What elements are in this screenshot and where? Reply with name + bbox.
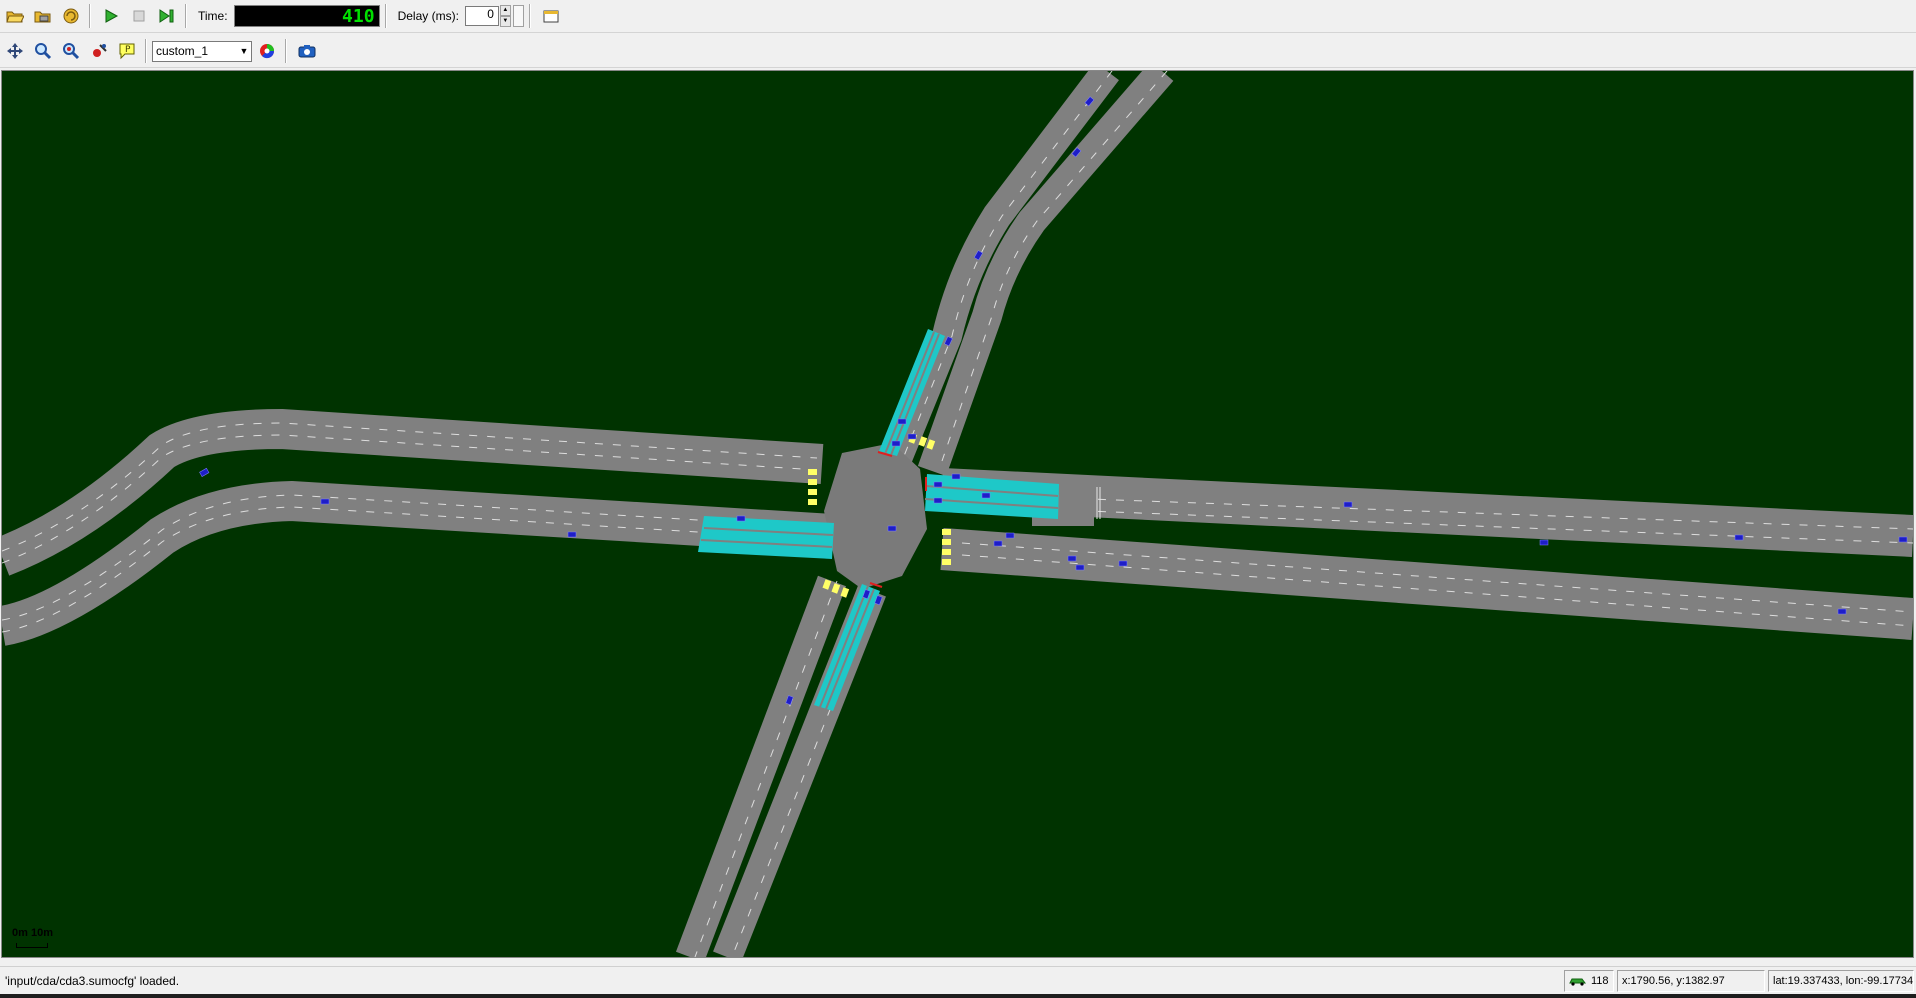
toolbar-separator [185,4,187,28]
color-scheme-select[interactable]: custom_1 ▼ [152,40,252,62]
road-east-south [940,528,1913,640]
time-display: 410 [233,5,380,27]
spin-down-icon[interactable]: ▼ [499,16,511,27]
main-toolbar: Time: 410 Delay (ms): 0 ▲ ▼ [0,0,1916,33]
delay-label: Delay (ms): [397,9,459,23]
car-icon [1569,978,1586,986]
spin-up-icon[interactable]: ▲ [499,5,511,16]
vehicle-count-field: 118 [1564,970,1614,992]
open-network-icon[interactable] [30,3,56,29]
zoom-icon[interactable] [30,38,56,64]
toolbar-separator [285,39,287,63]
step-icon[interactable] [154,3,180,29]
edit-coloring-icon[interactable] [254,38,280,64]
delay-spinner[interactable]: ▲ ▼ [499,5,511,27]
reload-icon[interactable] [58,3,84,29]
toolbar-separator [89,4,91,28]
window-bottom-edge [0,994,1916,998]
run-icon[interactable] [98,3,124,29]
vehicle-count: 118 [1591,975,1609,987]
locate-junction-icon[interactable] [58,38,84,64]
view-toolbar: P custom_1 ▼ [0,35,1916,68]
svg-text:P: P [125,45,131,55]
color-scheme-value: custom_1 [156,44,209,58]
detector-west [698,516,834,559]
toolbar-separator [384,4,387,28]
toolbar-separator [145,39,147,63]
latlon-coordinates: lat:19.337433, lon:-99.17734 [1768,970,1914,992]
new-view-icon[interactable] [538,3,564,29]
open-simulation-icon[interactable] [2,3,28,29]
recenter-view-icon[interactable] [2,38,28,64]
screenshot-icon[interactable] [294,38,320,64]
slider-track [512,5,524,27]
scale-label: 0m 10m [12,927,53,939]
chevron-down-icon[interactable]: ▼ [237,42,251,61]
locate-vehicle-icon[interactable] [86,38,112,64]
time-label: Time: [198,9,228,23]
toolbar-separator [528,4,531,28]
delay-slider[interactable] [512,5,524,27]
status-bar: 'input/cda/cda3.sumocfg' loaded. 118 x:1… [0,966,1916,995]
scale-bar [16,943,48,948]
junction [824,443,927,589]
simulation-canvas[interactable]: 0m 10m [1,70,1914,958]
status-message: 'input/cda/cda3.sumocfg' loaded. [5,974,180,988]
road-network [2,71,1913,957]
xy-coordinates: x:1790.56, y:1382.97 [1617,970,1765,992]
stop-icon[interactable] [126,3,152,29]
tooltip-icon[interactable]: P [114,38,140,64]
delay-input[interactable]: 0 [464,6,499,26]
